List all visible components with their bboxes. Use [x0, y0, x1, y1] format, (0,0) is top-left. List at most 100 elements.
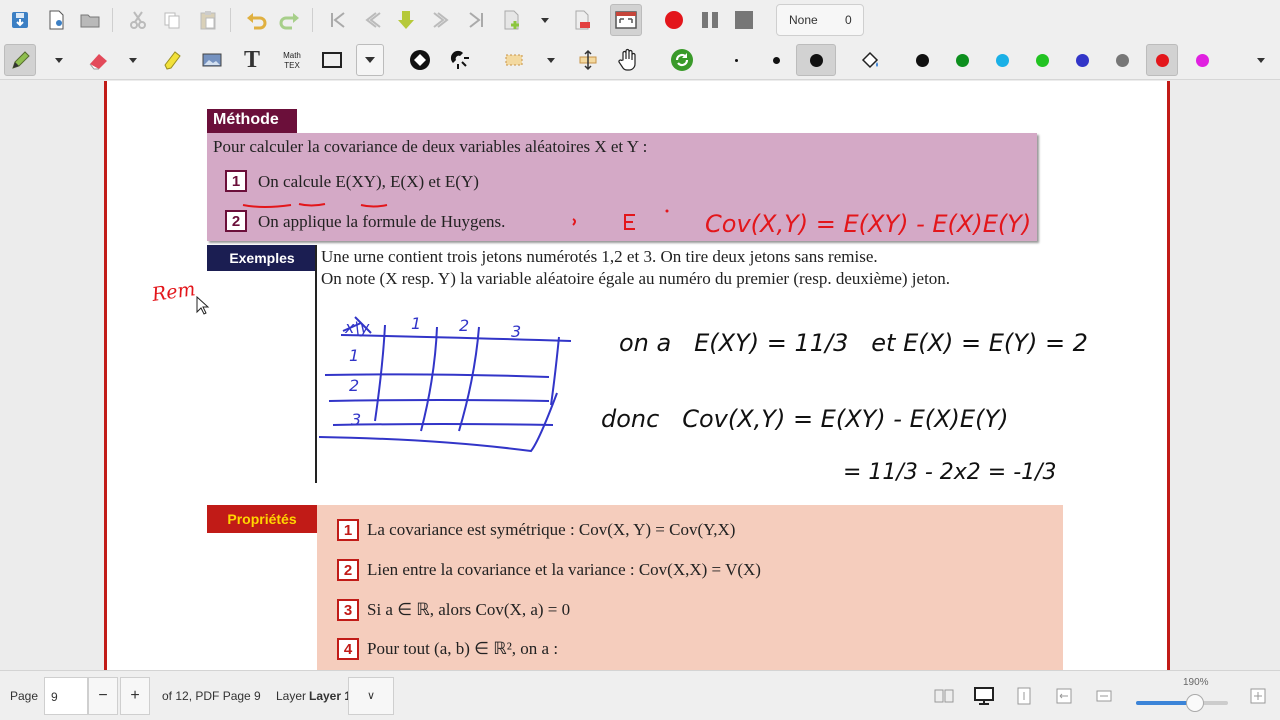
page-info: of 12, PDF Page 9	[162, 689, 261, 703]
pen-color-swatch[interactable]	[1186, 44, 1218, 76]
copy-icon[interactable]	[156, 4, 188, 36]
color-dot-icon	[1035, 53, 1049, 67]
paste-icon[interactable]	[192, 4, 224, 36]
pdf-page[interactable]: Méthode Pour calculer la covariance de d…	[104, 81, 1170, 670]
ink-layer: Cov(X,Y) = E(XY) - E(X)E(Y) Rem x\y 1 2	[150, 203, 1088, 485]
handwriting-donc-line: donc Cov(X,Y) = E(XY) - E(X)E(Y)	[601, 405, 1008, 433]
recording-status: None 0	[776, 4, 864, 36]
ruler-icon[interactable]	[404, 44, 436, 76]
highlighter-icon[interactable]	[156, 44, 188, 76]
two-pages-icon[interactable]	[928, 680, 960, 712]
separator	[312, 8, 313, 32]
pen-color-swatch[interactable]	[906, 44, 938, 76]
pen-dropdown[interactable]	[52, 44, 66, 76]
layer-dropdown[interactable]: ∨	[348, 677, 394, 715]
insert-page-icon[interactable]	[496, 4, 528, 36]
previous-page-icon[interactable]	[356, 4, 388, 36]
new-page-icon[interactable]	[40, 4, 72, 36]
tools-toolbar: T Math TEX	[0, 40, 1280, 80]
zoom-out-icon[interactable]	[1088, 680, 1120, 712]
pen-color-swatch[interactable]	[1146, 44, 1178, 76]
mouse-cursor-icon	[196, 296, 210, 315]
zoom-slider[interactable]	[1136, 701, 1228, 705]
next-page-icon[interactable]	[426, 4, 458, 36]
eraser-icon[interactable]	[82, 44, 114, 76]
color-dot-icon	[995, 53, 1009, 67]
first-page-icon[interactable]	[322, 4, 354, 36]
dot-small-icon[interactable]	[720, 44, 752, 76]
toolbar-overflow-dropdown[interactable]	[1254, 44, 1268, 76]
table-row-header: 1	[349, 346, 359, 365]
color-dot-icon	[1075, 53, 1089, 67]
color-dot-icon	[1155, 53, 1169, 67]
dot-medium-icon[interactable]	[760, 44, 792, 76]
shape-rectangle-icon[interactable]	[316, 44, 348, 76]
record-icon[interactable]	[658, 4, 690, 36]
page-decrement-button[interactable]: −	[88, 677, 118, 715]
math-tex-icon[interactable]: Math TEX	[276, 44, 308, 76]
main-toolbar: None 0	[0, 0, 1280, 40]
svg-text:Math: Math	[283, 51, 301, 60]
page-label: Page	[10, 689, 39, 703]
table-header-corner: x\y	[344, 318, 370, 337]
pen-color-swatch[interactable]	[986, 44, 1018, 76]
zoom-level: 190%	[1183, 677, 1209, 688]
recording-count: 0	[845, 13, 852, 27]
save-icon[interactable]	[4, 4, 36, 36]
pen-color-swatch[interactable]	[1066, 44, 1098, 76]
color-dot-icon	[915, 53, 929, 67]
table-row-header: 2	[349, 376, 359, 395]
margin-note: Rem	[150, 278, 197, 306]
undo-icon[interactable]	[240, 4, 272, 36]
color-dot-icon	[1195, 53, 1209, 67]
insert-page-dropdown[interactable]	[538, 4, 552, 36]
pen-color-swatch[interactable]	[946, 44, 978, 76]
redo-icon[interactable]	[274, 4, 306, 36]
select-dropdown[interactable]	[544, 44, 558, 76]
page-number-input[interactable]: 9	[44, 677, 88, 715]
zoom-in-icon[interactable]	[1242, 680, 1274, 712]
handwriting-ona-line: on a E(XY) = 11/3 et E(X) = E(Y) = 2	[619, 329, 1088, 357]
pause-icon[interactable]	[694, 4, 726, 36]
layer-value: Layer 1	[309, 689, 352, 703]
pen-icon[interactable]	[4, 44, 36, 76]
svg-text:TEX: TEX	[284, 61, 300, 70]
hand-icon[interactable]	[612, 44, 644, 76]
presentation-icon[interactable]	[968, 680, 1000, 712]
separator	[112, 8, 113, 32]
document-canvas[interactable]: Méthode Pour calculer la covariance de d…	[0, 81, 1280, 670]
zoom-slider-handle[interactable]	[1186, 694, 1204, 712]
zoom-width-icon[interactable]	[1048, 680, 1080, 712]
open-folder-icon[interactable]	[74, 4, 106, 36]
layer-label: Layer	[276, 689, 307, 703]
text-tool-icon[interactable]: T	[236, 44, 268, 76]
cut-icon[interactable]	[122, 4, 154, 36]
huygens-formula: Cov(X,Y) = E(XY) - E(X)E(Y)	[705, 210, 1031, 238]
magnet-icon[interactable]	[444, 44, 476, 76]
page-increment-button[interactable]: +	[120, 677, 150, 715]
table-row-header: 3	[351, 410, 361, 429]
select-rect-icon[interactable]	[498, 44, 530, 76]
shape-dropdown[interactable]	[356, 44, 384, 76]
image-icon[interactable]	[196, 44, 228, 76]
delete-page-icon[interactable]	[566, 4, 598, 36]
handwriting-result-line: = 11/3 - 2x2 = -1/3	[843, 460, 1057, 485]
color-dot-icon	[1115, 53, 1129, 67]
eraser-dropdown[interactable]	[126, 44, 140, 76]
fill-bucket-icon[interactable]	[854, 44, 886, 76]
goto-page-icon[interactable]	[390, 4, 422, 36]
pen-color-swatch[interactable]	[1026, 44, 1058, 76]
table-header-cell: 1	[411, 314, 421, 333]
zoom-slider-fill	[1136, 701, 1192, 705]
fullscreen-icon[interactable]	[610, 4, 642, 36]
vertical-space-icon[interactable]	[572, 44, 604, 76]
color-dot-icon	[955, 53, 969, 67]
recording-mode: None	[789, 13, 818, 27]
stop-icon[interactable]	[728, 4, 760, 36]
pen-color-swatch[interactable]	[1106, 44, 1138, 76]
zoom-fit-icon[interactable]	[1008, 680, 1040, 712]
status-bar: Page 9 − + of 12, PDF Page 9 Layer Layer…	[0, 670, 1280, 720]
refresh-icon[interactable]	[666, 44, 698, 76]
last-page-icon[interactable]	[460, 4, 492, 36]
dot-large-icon[interactable]	[796, 44, 836, 76]
